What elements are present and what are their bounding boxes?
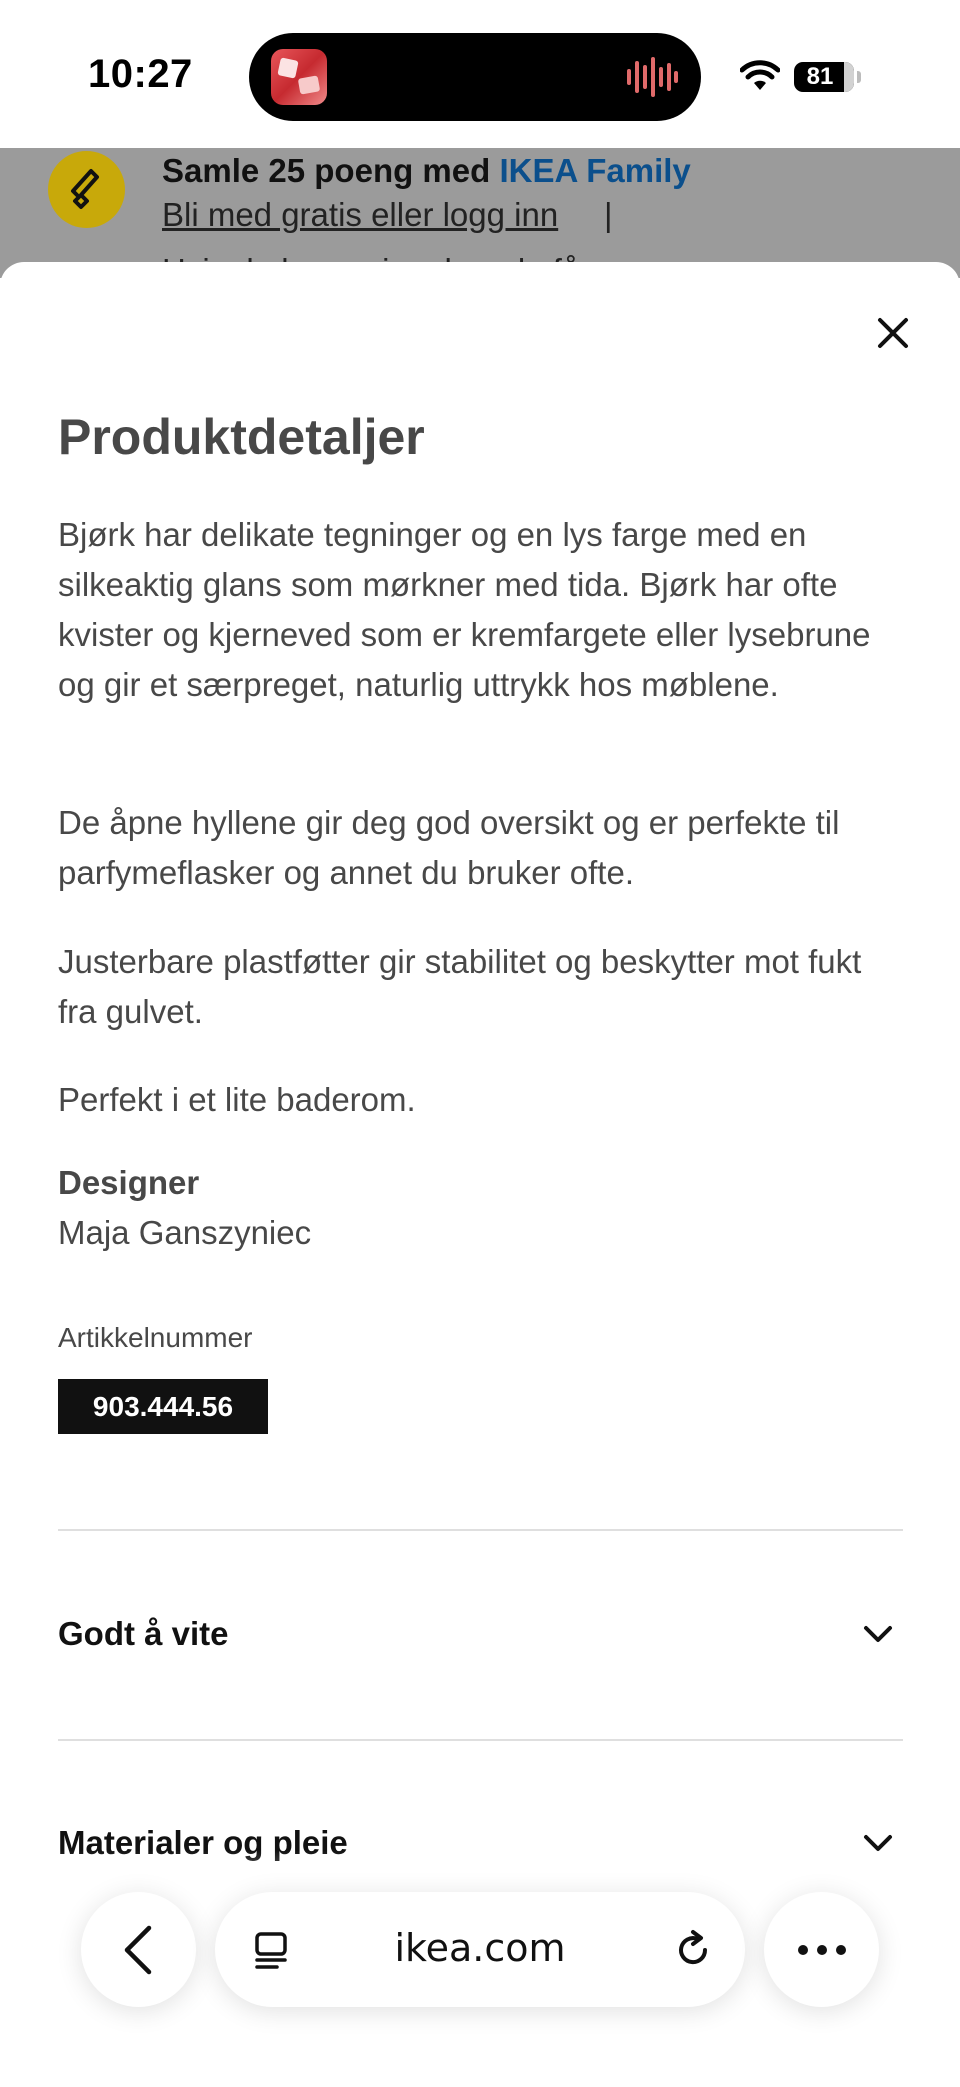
back-button[interactable] [81,1892,196,2007]
description-paragraph: Justerbare plastføtter gir stabilitet og… [58,943,862,1030]
background-page-overlay: Samle 25 poeng med IKEA Family Bli med g… [0,148,960,278]
product-details-sheet: Produktdetaljer Bjørk har delikate tegni… [0,262,960,2087]
address-text[interactable]: ikea.com [215,1926,745,1970]
accordion-label: Godt å vite [58,1615,229,1652]
battery-level: 81 [806,63,834,90]
back-icon [124,1925,151,1974]
wifi-icon [740,60,780,90]
more-icon [797,1944,846,1955]
article-number-badge: 903.444.56 [58,1379,268,1434]
dynamic-island [249,33,701,121]
ikea-family-link[interactable]: IKEA Family [499,152,690,189]
now-playing-app-icon [271,49,327,105]
designer-label: Designer [58,1164,200,1201]
divider [58,1529,903,1531]
battery-icon: 81 [794,62,861,92]
status-icons: 81 [740,58,870,94]
close-button[interactable] [866,306,920,360]
join-or-login-link[interactable]: Bli med gratis eller logg inn [162,196,558,234]
description-paragraph: Perfekt i et lite baderom. [58,1081,416,1118]
status-time: 10:27 [88,52,193,96]
address-bar[interactable]: ikea.com [215,1892,745,2007]
close-icon [878,318,908,348]
link-separator: | [604,196,613,233]
sheet-title: Produktdetaljer [58,409,425,465]
more-button[interactable] [764,1892,879,2007]
family-banner-title: Samle 25 poeng med IKEA Family [162,152,691,189]
description-paragraph: Bjørk har delikate tegninger og en lys f… [58,516,871,703]
description-paragraph: De åpne hyllene gir deg god oversikt og … [58,804,840,891]
reload-icon[interactable] [671,1928,715,1972]
article-number-label: Artikkelnummer [58,1322,253,1353]
designer-name: Maja Ganszyniec [58,1214,312,1251]
status-bar: 10:27 81 [0,0,960,148]
divider [58,1739,903,1741]
audio-wave-icon [627,57,678,97]
accordion-good-to-know[interactable]: Godt å vite [58,1589,903,1679]
ikea-family-badge-icon [48,151,125,228]
chevron-down-icon [864,1626,892,1642]
